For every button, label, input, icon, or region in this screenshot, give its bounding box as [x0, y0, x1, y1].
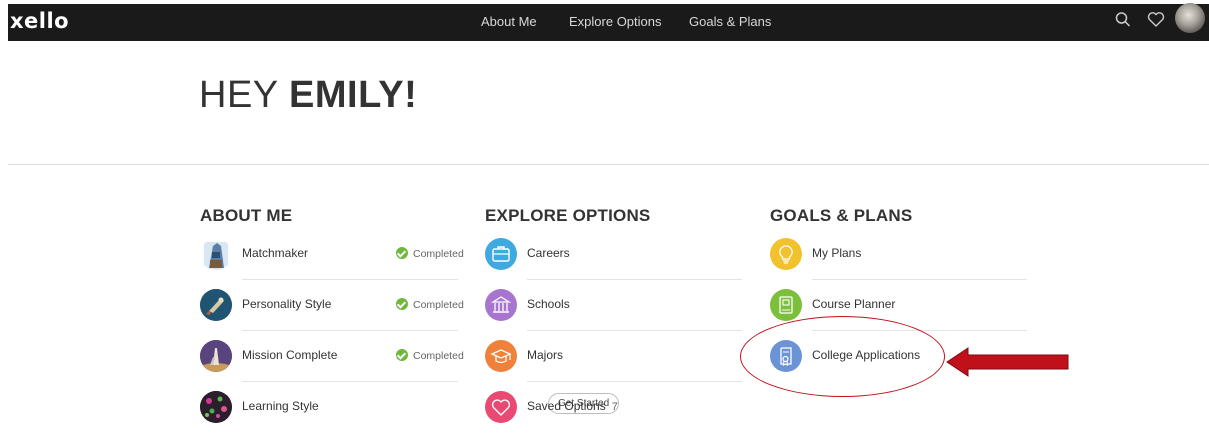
row-divider [242, 279, 458, 280]
top-navigation-bar: xello About Me Explore Options Goals & P… [8, 4, 1209, 41]
xello-logo[interactable]: xello [10, 9, 69, 33]
about-me-title: ABOUT ME [200, 206, 293, 225]
row-divider [242, 381, 458, 382]
greeting-prefix: HEY [199, 74, 290, 116]
explore-item-majors[interactable]: Majors [485, 339, 745, 390]
about-me-item-mission-complete[interactable]: Mission Complete Completed [200, 339, 464, 390]
status-badge: Completed [396, 349, 464, 362]
nav-explore-options[interactable]: Explore Options [569, 14, 662, 29]
heart-icon [485, 391, 517, 423]
mission-complete-image [200, 340, 232, 372]
search-icon[interactable] [1115, 10, 1131, 35]
explore-item-schools[interactable]: Schools [485, 288, 745, 339]
explore-item-careers[interactable]: Careers [485, 237, 745, 288]
status-badge: Completed [396, 247, 464, 260]
pointer-arrow [946, 347, 1069, 377]
learning-style-image [200, 391, 232, 423]
matchmaker-image [200, 238, 232, 270]
row-divider [527, 279, 742, 280]
user-avatar[interactable] [1175, 3, 1205, 33]
explore-item-saved-options[interactable]: Saved Options 7 [485, 390, 745, 441]
section-divider [8, 164, 1209, 165]
explore-label: Schools [527, 297, 570, 311]
check-icon [396, 349, 408, 361]
greeting-name: EMILY! [289, 74, 418, 116]
saved-count: 7 [611, 401, 618, 413]
check-icon [396, 247, 408, 259]
lightbulb-icon [770, 238, 802, 270]
book-icon [770, 289, 802, 321]
graduation-cap-icon [485, 340, 517, 372]
about-me-label: Learning Style [242, 399, 319, 413]
row-divider [242, 330, 458, 331]
goals-label: Course Planner [812, 297, 896, 311]
nav-goals-plans[interactable]: Goals & Plans [689, 14, 771, 29]
row-divider [527, 330, 742, 331]
explore-label: Careers [527, 246, 570, 260]
row-divider [812, 279, 1027, 280]
explore-options-title: EXPLORE OPTIONS [485, 206, 651, 225]
explore-label: Saved Options 7 [527, 399, 618, 413]
about-me-item-matchmaker[interactable]: Matchmaker Completed [200, 237, 464, 288]
building-icon [485, 289, 517, 321]
goals-item-my-plans[interactable]: My Plans [770, 237, 1030, 288]
about-me-label: Mission Complete [242, 348, 338, 362]
about-me-item-personality-style[interactable]: Personality Style Completed [200, 288, 464, 339]
about-me-label: Matchmaker [242, 246, 309, 260]
nav-about-me[interactable]: About Me [481, 14, 537, 29]
explore-label: Majors [527, 348, 564, 362]
briefcase-icon [485, 238, 517, 270]
about-me-label: Personality Style [242, 297, 332, 311]
highlight-ellipse [740, 316, 945, 397]
personality-style-image [200, 289, 232, 321]
row-divider [527, 381, 742, 382]
about-me-item-learning-style[interactable]: Learning Style Get Started [200, 390, 620, 441]
goals-plans-title: GOALS & PLANS [770, 206, 913, 225]
goals-label: My Plans [812, 246, 862, 260]
greeting-heading: HEY EMILY! [199, 74, 417, 117]
heart-icon[interactable] [1147, 10, 1165, 35]
check-icon [396, 298, 408, 310]
status-badge: Completed [396, 298, 464, 311]
